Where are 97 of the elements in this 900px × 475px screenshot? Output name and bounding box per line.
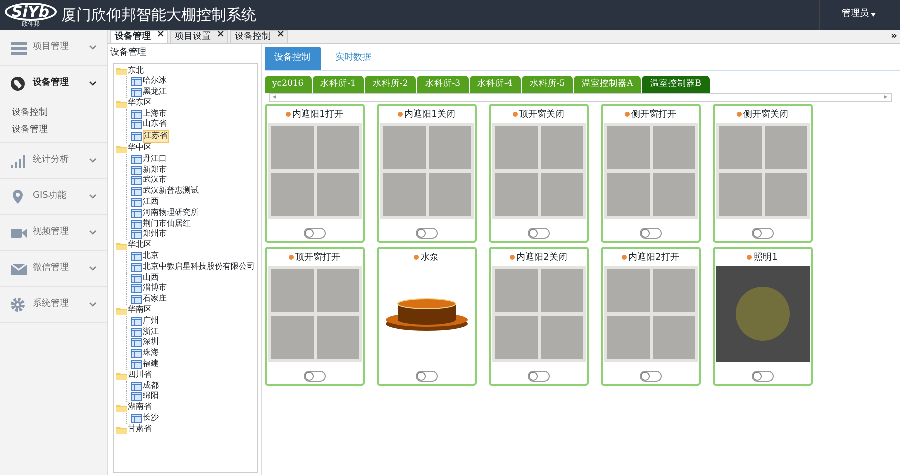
- document-icon: [131, 154, 142, 164]
- server-icon: [10, 40, 28, 56]
- folder-icon: [116, 144, 127, 153]
- sidebar-item[interactable]: 视频管理: [0, 215, 107, 251]
- document-icon: [131, 198, 142, 207]
- page-tab[interactable]: 设备管理 ×: [110, 30, 168, 43]
- page-tab[interactable]: 项目设置 ×: [170, 30, 228, 43]
- document-icon: [131, 120, 142, 130]
- folder-icon: [116, 98, 127, 108]
- controller-tab[interactable]: 温室控制器B: [642, 76, 710, 93]
- status-dot-icon: [414, 255, 421, 260]
- document-icon: [131, 166, 142, 175]
- document-icon: [131, 176, 142, 186]
- chevron-down-icon: [89, 44, 97, 50]
- toggle-switch[interactable]: [528, 370, 550, 382]
- device-name: 内遮阳1关闭: [404, 108, 456, 121]
- sidebar-item[interactable]: 统计分析: [0, 143, 107, 179]
- device-name: 内遮阳1打开: [292, 108, 344, 121]
- document-icon: [131, 392, 142, 402]
- chevron-down-icon: [89, 302, 97, 308]
- sidebar-item[interactable]: GIS功能: [0, 179, 107, 215]
- document-icon: [131, 360, 142, 369]
- document-icon: [131, 328, 142, 337]
- status-dot-icon: [510, 255, 517, 260]
- gear-icon: [10, 296, 28, 312]
- status-dot-icon: [622, 255, 629, 260]
- toggle-switch[interactable]: [304, 228, 326, 239]
- status-dot-icon: [747, 255, 754, 260]
- status-dot-icon: [624, 112, 632, 118]
- document-icon: [131, 414, 142, 423]
- folder-icon: [116, 306, 127, 315]
- sidebar-item[interactable]: 项目管理: [0, 30, 107, 66]
- document-icon: [131, 220, 142, 229]
- document-icon: [131, 349, 142, 358]
- device-name: 内遮阳2关闭: [516, 252, 568, 264]
- device-name: 顶开窗关闭: [520, 108, 564, 121]
- toggle-switch[interactable]: [416, 228, 438, 239]
- sidebar-subitem[interactable]: 设备管理: [0, 122, 107, 140]
- toggle-switch[interactable]: [640, 370, 662, 382]
- folder-icon: [116, 403, 127, 412]
- chevron-down-icon: [89, 266, 97, 272]
- document-icon: [131, 252, 142, 261]
- close-button[interactable]: ×: [276, 29, 285, 41]
- device-name: 水泵: [421, 252, 439, 264]
- document-icon: [131, 262, 142, 272]
- toggle-switch[interactable]: [752, 370, 774, 382]
- device-name: 照明1: [754, 252, 778, 264]
- status-dot-icon: [512, 112, 520, 118]
- folder-icon: [116, 370, 127, 380]
- sidebar-item[interactable]: 系统管理: [0, 287, 107, 323]
- sidebar-item[interactable]: 设备管理: [0, 66, 107, 102]
- document-icon: [131, 77, 142, 86]
- document-icon: [131, 187, 142, 196]
- device-name: 顶开窗打开: [296, 252, 340, 264]
- close-button[interactable]: ×: [216, 29, 225, 41]
- document-icon: [131, 382, 142, 390]
- toggle-switch[interactable]: [416, 370, 438, 382]
- app-title: 厦门欣仰邦智能大棚控制系统: [62, 4, 257, 26]
- chevron-down-icon: [89, 81, 97, 87]
- status-dot-icon: [288, 255, 296, 260]
- document-icon: [131, 132, 142, 142]
- device-name: 侧开窗关闭: [744, 108, 788, 121]
- toggle-switch[interactable]: [640, 228, 662, 239]
- chevron-down-icon: [89, 158, 97, 164]
- sidebar-subitem[interactable]: 设备控制: [0, 104, 107, 122]
- status-dot-icon: [398, 112, 405, 118]
- document-icon: [131, 295, 142, 304]
- status-dot-icon: [736, 112, 744, 118]
- folder-icon: [116, 424, 127, 434]
- document-icon: [131, 284, 142, 294]
- view-tab[interactable]: 实时数据: [326, 46, 382, 70]
- toggle-switch[interactable]: [528, 228, 550, 239]
- document-icon: [131, 274, 142, 283]
- view-tab[interactable]: 设备控制: [264, 46, 320, 70]
- document-icon: [131, 208, 142, 218]
- sidebar-item[interactable]: 微信管理: [0, 251, 107, 287]
- logo: SiYb: [5, 2, 57, 20]
- toggle-switch[interactable]: [752, 228, 774, 239]
- page-tab[interactable]: 设备控制 ×: [230, 30, 288, 43]
- bar-chart-icon: [10, 152, 28, 168]
- collapse-toggle[interactable]: »: [891, 31, 898, 43]
- document-icon: [131, 110, 142, 119]
- chevron-down-icon: [89, 194, 97, 200]
- device-name: 侧开窗打开: [632, 108, 676, 121]
- document-icon: [131, 88, 142, 97]
- close-button[interactable]: ×: [156, 29, 165, 41]
- caret-icon: [869, 12, 878, 18]
- panel-title: 设备管理: [110, 46, 148, 60]
- status-dot-icon: [286, 112, 293, 118]
- folder-icon: [116, 66, 127, 76]
- document-icon: [131, 316, 142, 326]
- device-name: 内遮阳2打开: [628, 252, 680, 264]
- document-icon: [131, 338, 142, 348]
- document-icon: [131, 230, 142, 240]
- folder-icon: [116, 241, 127, 250]
- chevron-down-icon: [89, 230, 97, 236]
- toggle-switch[interactable]: [304, 370, 326, 382]
